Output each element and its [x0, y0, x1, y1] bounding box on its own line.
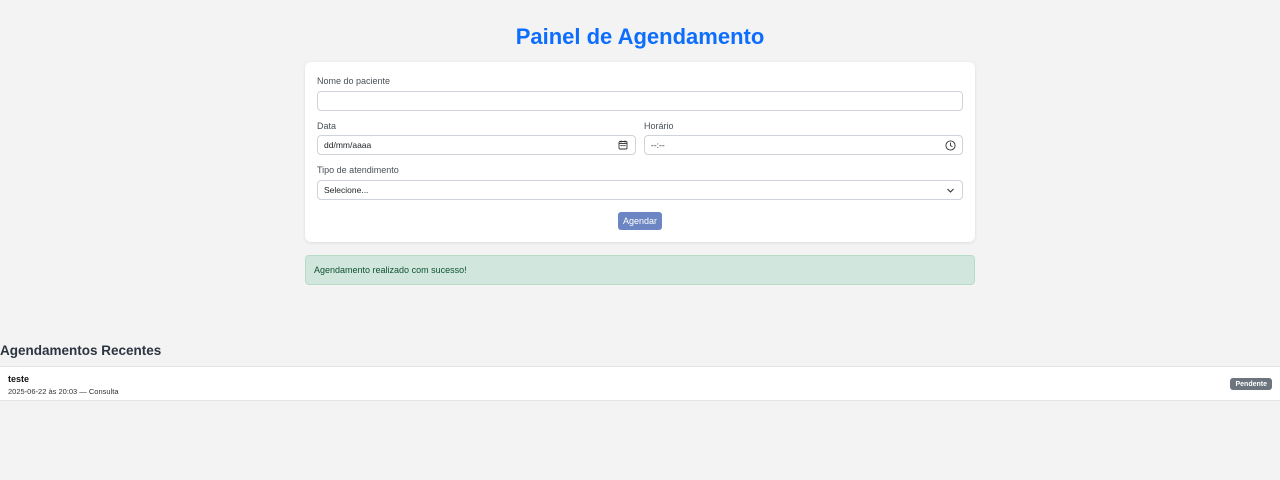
page-title: Painel de Agendamento — [515, 24, 765, 49]
service-type-selected: Selecione... — [324, 185, 369, 195]
calendar-icon[interactable] — [617, 139, 629, 151]
time-input[interactable]: --:-- — [644, 135, 963, 155]
recent-appointments-list: teste 2025-06-22 às 20:03 — Consulta Pen… — [0, 366, 1280, 401]
date-input[interactable]: dd/mm/aaaa — [317, 135, 636, 155]
clock-icon[interactable] — [944, 139, 956, 151]
service-type-select[interactable]: Selecione... — [317, 180, 963, 200]
date-label: Data — [317, 121, 337, 131]
recent-appointments-title: Agendamentos Recentes — [0, 343, 162, 358]
time-placeholder: --:-- — [651, 140, 665, 150]
service-type-label: Tipo de atendimento — [317, 165, 399, 175]
list-item: teste 2025-06-22 às 20:03 — Consulta Pen… — [0, 366, 1280, 401]
status-badge: Pendente — [1230, 378, 1272, 390]
chevron-down-icon — [944, 184, 956, 196]
patient-name-input[interactable] — [317, 91, 963, 111]
success-alert: Agendamento realizado com sucesso! — [305, 255, 975, 285]
appointment-form: Nome do paciente Data dd/mm/aaaa Horário… — [305, 62, 975, 242]
patient-name-label: Nome do paciente — [317, 76, 391, 86]
appointment-patient-name: teste — [8, 374, 30, 384]
appointment-details: 2025-06-22 às 20:03 — Consulta — [8, 387, 119, 396]
date-placeholder: dd/mm/aaaa — [324, 140, 372, 150]
schedule-button[interactable]: Agendar — [618, 212, 662, 230]
time-label: Horário — [644, 121, 674, 131]
